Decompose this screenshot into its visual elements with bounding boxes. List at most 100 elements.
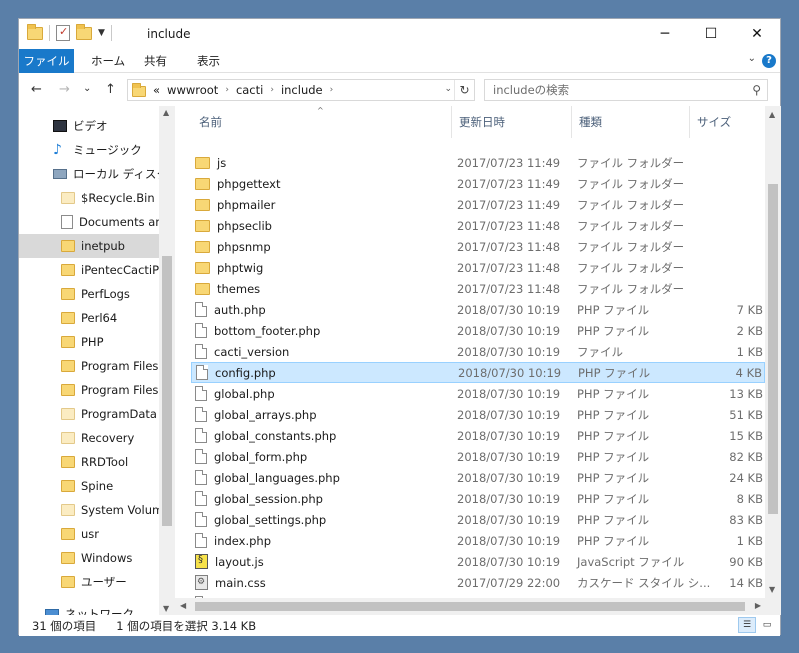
file-row[interactable]: layout.js 2018/07/30 10:19 JavaScript ファイル… [191, 551, 765, 572]
search-input[interactable]: includeの検索 ⚲ [484, 79, 768, 101]
file-row[interactable]: themes 2017/07/23 11:48 ファイル フォルダー [191, 278, 765, 299]
file-row[interactable]: global.php 2018/07/30 10:19 PHP ファイル 13 KB [191, 383, 765, 404]
help-icon[interactable]: ? [762, 54, 776, 68]
sidebar-item-documents-and-settings[interactable]: Documents and Settings [19, 210, 175, 234]
large-icons-view-button[interactable]: ▭ [758, 617, 776, 633]
file-row[interactable]: index.php 2018/07/30 10:19 PHP ファイル 1 KB [191, 530, 765, 551]
file-name-cell: global_constants.php [195, 428, 455, 443]
scroll-left-icon[interactable]: ◀ [180, 601, 186, 610]
sidebar-item-recycle-bin[interactable]: $Recycle.Bin [19, 186, 175, 210]
customize-toolbar-icon[interactable]: ▼ [98, 28, 105, 38]
sidebar-item-program-files-x86[interactable]: Program Files (x86) [19, 378, 175, 402]
forward-button[interactable]: → [59, 82, 70, 97]
expand-ribbon-icon[interactable]: ⌄ [748, 53, 756, 64]
column-header-size[interactable]: サイズ [691, 106, 731, 138]
sidebar-item-inetpub[interactable]: inetpub [19, 234, 175, 258]
breadcrumb-wwwroot[interactable]: wwwroot [167, 83, 218, 97]
sidebar-scrollbar[interactable]: ▲ ▼ [159, 106, 175, 615]
file-date: 2018/07/30 10:19 [457, 554, 561, 569]
file-row[interactable]: config.php 2018/07/30 10:19 PHP ファイル 4 KB [191, 362, 765, 383]
sidebar-item-recovery[interactable]: Recovery [19, 426, 175, 450]
file-row[interactable]: auth.php 2018/07/30 10:19 PHP ファイル 7 KB [191, 299, 765, 320]
sidebar-item-php[interactable]: PHP [19, 330, 175, 354]
file-row[interactable]: phpmailer 2017/07/23 11:49 ファイル フォルダー [191, 194, 765, 215]
scroll-down-icon[interactable]: ▼ [769, 585, 775, 594]
breadcrumb-overflow[interactable]: « [153, 83, 160, 97]
file-row[interactable]: global_form.php 2018/07/30 10:19 PHP ファイル 8… [191, 446, 765, 467]
maximize-button[interactable]: ☐ [688, 19, 734, 49]
file-date: 2018/07/30 10:19 [458, 365, 562, 380]
sidebar-item-spine[interactable]: Spine [19, 474, 175, 498]
close-button[interactable]: ✕ [734, 19, 780, 49]
sidebar-item-videos[interactable]: ビデオ [19, 114, 175, 138]
sidebar-item-system-volume[interactable]: System Volume Information [19, 498, 175, 522]
chevron-right-icon[interactable]: › [270, 85, 274, 95]
scroll-up-icon[interactable]: ▲ [769, 110, 775, 119]
sidebar-item-network[interactable]: ネットワーク [19, 602, 175, 615]
refresh-button[interactable]: ↻ [454, 80, 474, 100]
file-row[interactable]: phpgettext 2017/07/23 11:49 ファイル フォルダー [191, 173, 765, 194]
item-count: 31 個の項目 [32, 618, 97, 633]
recent-locations-icon[interactable]: ⌄ [83, 83, 91, 94]
chevron-right-icon[interactable]: › [225, 85, 229, 95]
column-divider[interactable] [571, 106, 572, 138]
breadcrumb-cacti[interactable]: cacti [236, 83, 263, 97]
file-name: phpmailer [217, 197, 276, 212]
file-type: PHP ファイル [577, 407, 650, 422]
tab-share[interactable]: 共有 [132, 49, 179, 73]
file-row[interactable]: phpsnmp 2017/07/23 11:48 ファイル フォルダー [191, 236, 765, 257]
sidebar-item-users[interactable]: ユーザー [19, 570, 175, 594]
scrollbar-thumb[interactable] [195, 602, 745, 611]
sidebar-item-ipentec-cacti[interactable]: iPentecCactiPortal [19, 258, 175, 282]
file-row[interactable]: main.css 2017/07/29 22:00 カスケード スタイル シ... 1… [191, 572, 765, 593]
scroll-down-icon[interactable]: ▼ [163, 604, 169, 613]
file-row[interactable]: global_session.php 2018/07/30 10:19 PHP ファ… [191, 488, 765, 509]
sidebar-item-music[interactable]: ♪ ミュージック [19, 138, 175, 162]
tab-view[interactable]: 表示 [185, 49, 232, 73]
column-header-name[interactable]: 名前 [193, 106, 222, 138]
file-row[interactable]: global_arrays.php 2018/07/30 10:19 PHP ファイ… [191, 404, 765, 425]
file-row[interactable]: global_constants.php 2018/07/30 10:19 PHP … [191, 425, 765, 446]
file-row[interactable]: js 2017/07/23 11:49 ファイル フォルダー [191, 152, 765, 173]
file-row[interactable]: global_settings.php 2018/07/30 10:19 PHP フ… [191, 509, 765, 530]
tab-file[interactable]: ファイル [19, 49, 74, 73]
minimize-button[interactable]: ─ [642, 19, 688, 49]
file-row[interactable]: global_languages.php 2018/07/30 10:19 PHP … [191, 467, 765, 488]
file-row[interactable]: phptwig 2017/07/23 11:48 ファイル フォルダー [191, 257, 765, 278]
sidebar-item-program-files[interactable]: Program Files [19, 354, 175, 378]
sidebar-item-programdata[interactable]: ProgramData [19, 402, 175, 426]
file-size: 1 KB [736, 533, 763, 548]
chevron-right-icon[interactable]: › [330, 85, 334, 95]
column-header-date[interactable]: 更新日時 [453, 106, 505, 138]
address-bar[interactable]: « wwwroot › cacti › include › ⌄ ↻ [127, 79, 475, 101]
details-view-button[interactable]: ☰ [738, 617, 756, 633]
search-icon[interactable]: ⚲ [752, 80, 761, 100]
sidebar-item-perl64[interactable]: Perl64 [19, 306, 175, 330]
sidebar-item-windows[interactable]: Windows [19, 546, 175, 570]
horizontal-scrollbar[interactable]: ◀ ▶ [175, 598, 781, 615]
folder-icon [61, 288, 75, 300]
scroll-right-icon[interactable]: ▶ [755, 601, 761, 610]
sidebar-item-rrdtool[interactable]: RRDTool [19, 450, 175, 474]
new-folder-icon[interactable] [76, 23, 92, 40]
file-row[interactable]: cacti_version 2018/07/30 10:19 ファイル 1 KB [191, 341, 765, 362]
file-row[interactable]: phpseclib 2017/07/23 11:48 ファイル フォルダー [191, 215, 765, 236]
column-divider[interactable] [689, 106, 690, 138]
back-button[interactable]: ← [31, 82, 42, 97]
scrollbar-thumb[interactable] [768, 184, 778, 514]
properties-icon[interactable] [56, 25, 70, 41]
sidebar-item-perflogs[interactable]: PerfLogs [19, 282, 175, 306]
file-name-cell: js [195, 156, 455, 170]
file-row[interactable]: bottom_footer.php 2018/07/30 10:19 PHP ファイ… [191, 320, 765, 341]
column-header-type[interactable]: 種類 [573, 106, 602, 138]
file-list-scrollbar[interactable]: ▲ ▼ [765, 106, 781, 598]
breadcrumb-include[interactable]: include [281, 83, 323, 97]
column-divider[interactable] [451, 106, 452, 138]
up-button[interactable]: ↑ [105, 82, 116, 97]
sidebar-item-usr[interactable]: usr [19, 522, 175, 546]
tab-home[interactable]: ホーム [79, 49, 137, 73]
sidebar-item-local-disk[interactable]: ローカル ディスク (C:) [19, 162, 175, 186]
scroll-up-icon[interactable]: ▲ [163, 108, 169, 117]
chevron-down-icon[interactable]: ⌄ [444, 84, 452, 94]
scrollbar-thumb[interactable] [162, 256, 172, 526]
